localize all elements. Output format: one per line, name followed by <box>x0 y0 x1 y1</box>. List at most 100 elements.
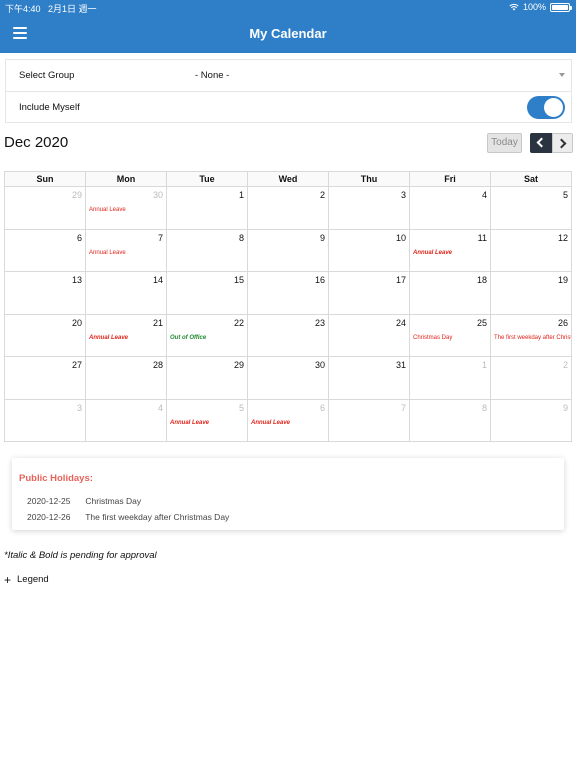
calendar-day-cell[interactable]: 19 <box>491 272 572 315</box>
weekday-header: Sun Mon Tue Wed Thu Fri Sat <box>5 172 572 187</box>
include-myself-toggle[interactable] <box>527 96 565 119</box>
calendar-day-cell[interactable]: 29 <box>167 357 248 400</box>
calendar-week-row: 6 7 Annual Leave 8 9 10 11 Annual Leave 12 <box>5 229 572 272</box>
calendar-day-cell[interactable]: 2 <box>491 357 572 400</box>
calendar-day-cell[interactable]: 13 <box>5 272 86 315</box>
day-number: 7 <box>400 402 406 413</box>
calendar-day-cell[interactable]: 16 <box>248 272 329 315</box>
calendar-day-cell[interactable]: 4 <box>410 187 491 230</box>
calendar-day-cell[interactable]: 10 <box>329 229 410 272</box>
day-number: 27 <box>71 360 82 370</box>
calendar-day-cell[interactable]: 28 <box>86 357 167 400</box>
calendar-day-cell[interactable]: 9 <box>491 399 572 442</box>
day-number: 25 <box>476 317 487 328</box>
day-number: 26 <box>557 317 568 328</box>
calendar-week-row: 13 14 15 16 17 18 19 <box>5 272 572 315</box>
calendar-day-cell[interactable]: 30 <box>248 357 329 400</box>
day-number: 18 <box>476 275 487 285</box>
page-title: My Calendar <box>249 26 327 41</box>
status-bar: 下午4:40 2月1日 週一 100% <box>0 0 576 14</box>
calendar-day-cell[interactable]: 12 <box>491 229 572 272</box>
calendar-day-cell[interactable]: 26 The first weekday after Christmas Day <box>491 314 572 357</box>
calendar-day-cell[interactable]: 27 <box>5 357 86 400</box>
calendar-event[interactable]: Annual Leave <box>89 207 126 213</box>
calendar-day-cell[interactable]: 7 <box>329 399 410 442</box>
calendar-day-cell[interactable]: 5 <box>491 187 572 230</box>
calendar-event[interactable]: Annual Leave <box>413 250 452 256</box>
day-number: 8 <box>481 402 487 413</box>
calendar-day-cell[interactable]: 25 Christmas Day <box>410 314 491 357</box>
group-select[interactable]: - None - <box>186 60 571 91</box>
calendar-day-cell[interactable]: 21 Annual Leave <box>86 314 167 357</box>
holiday-item: 2020-12-25 Christmas Day <box>27 496 141 506</box>
calendar-day-cell[interactable]: 31 <box>329 357 410 400</box>
calendar-day-cell[interactable]: 4 <box>86 399 167 442</box>
day-number: 9 <box>562 402 568 413</box>
holiday-date: 2020-12-25 <box>27 496 71 506</box>
calendar-day-cell[interactable]: 17 <box>329 272 410 315</box>
calendar-event[interactable]: Out of Office <box>170 335 206 341</box>
day-number: 20 <box>71 317 82 328</box>
select-group-label: Select Group <box>19 70 75 81</box>
day-number: 12 <box>557 232 568 243</box>
month-calendar: Sun Mon Tue Wed Thu Fri Sat 29 30 Annual Leave 1 2… <box>4 171 572 442</box>
day-number: 19 <box>557 275 568 285</box>
calendar-event[interactable]: Christmas Day <box>413 335 452 341</box>
calendar-day-cell[interactable]: 3 <box>5 399 86 442</box>
holiday-name: Christmas Day <box>85 496 142 506</box>
day-number: 1 <box>481 360 487 370</box>
day-number: 4 <box>481 190 487 200</box>
calendar-event[interactable]: Annual Leave <box>251 420 290 426</box>
calendar-day-cell[interactable]: 8 <box>167 229 248 272</box>
calendar-event[interactable]: Annual Leave <box>89 250 126 256</box>
select-group-row: Select Group - None - <box>6 60 571 92</box>
calendar-day-cell[interactable]: 6 <box>5 229 86 272</box>
calendar-day-cell[interactable]: 5 Annual Leave <box>167 399 248 442</box>
battery-percent: 100% <box>522 2 546 12</box>
battery-icon <box>550 2 572 12</box>
prev-month-button[interactable] <box>530 133 552 153</box>
calendar-day-cell[interactable]: 30 Annual Leave <box>86 187 167 230</box>
calendar-week-row: 27 28 29 30 31 1 2 <box>5 357 572 400</box>
calendar-day-cell[interactable]: 11 Annual Leave <box>410 229 491 272</box>
calendar-day-cell[interactable]: 6 Annual Leave <box>248 399 329 442</box>
legend-toggle[interactable]: + Legend <box>4 574 49 586</box>
status-time: 下午4:40 <box>5 4 41 14</box>
calendar-event[interactable]: Annual Leave <box>170 420 209 426</box>
calendar-day-cell[interactable]: 7 Annual Leave <box>86 229 167 272</box>
calendar-event[interactable]: Annual Leave <box>89 335 128 341</box>
weekday-label: Sun <box>5 172 86 187</box>
next-month-button[interactable] <box>552 133 573 153</box>
calendar-day-cell[interactable]: 8 <box>410 399 491 442</box>
calendar-day-cell[interactable]: 18 <box>410 272 491 315</box>
calendar-day-cell[interactable]: 2 <box>248 187 329 230</box>
calendar-day-cell[interactable]: 24 <box>329 314 410 357</box>
calendar-day-cell[interactable]: 22 Out of Office <box>167 314 248 357</box>
day-number: 30 <box>152 190 163 200</box>
today-button[interactable]: Today <box>487 133 522 153</box>
calendar-day-cell[interactable]: 1 <box>410 357 491 400</box>
weekday-label: Thu <box>329 172 410 187</box>
calendar-day-cell[interactable]: 23 <box>248 314 329 357</box>
calendar-day-cell[interactable]: 1 <box>167 187 248 230</box>
calendar-day-cell[interactable]: 15 <box>167 272 248 315</box>
wifi-icon <box>509 3 519 11</box>
day-number: 14 <box>152 275 163 285</box>
calendar-event[interactable]: The first weekday after Christmas Day <box>494 335 571 341</box>
calendar-day-cell[interactable]: 14 <box>86 272 167 315</box>
include-myself-row: Include Myself <box>6 92 571 124</box>
calendar-week-row: 29 30 Annual Leave 1 2 3 4 5 <box>5 187 572 230</box>
day-number: 13 <box>71 275 82 285</box>
weekday-label: Mon <box>86 172 167 187</box>
calendar-day-cell[interactable]: 9 <box>248 229 329 272</box>
day-number: 6 <box>319 402 325 413</box>
public-holidays-title: Public Holidays: <box>19 473 93 484</box>
calendar-day-cell[interactable]: 20 <box>5 314 86 357</box>
weekday-label: Tue <box>167 172 248 187</box>
day-number: 1 <box>238 190 244 200</box>
calendar-day-cell[interactable]: 3 <box>329 187 410 230</box>
caret-down-icon <box>559 73 565 77</box>
calendar-day-cell[interactable]: 29 <box>5 187 86 230</box>
day-number: 24 <box>395 317 406 328</box>
day-number: 31 <box>395 360 406 370</box>
